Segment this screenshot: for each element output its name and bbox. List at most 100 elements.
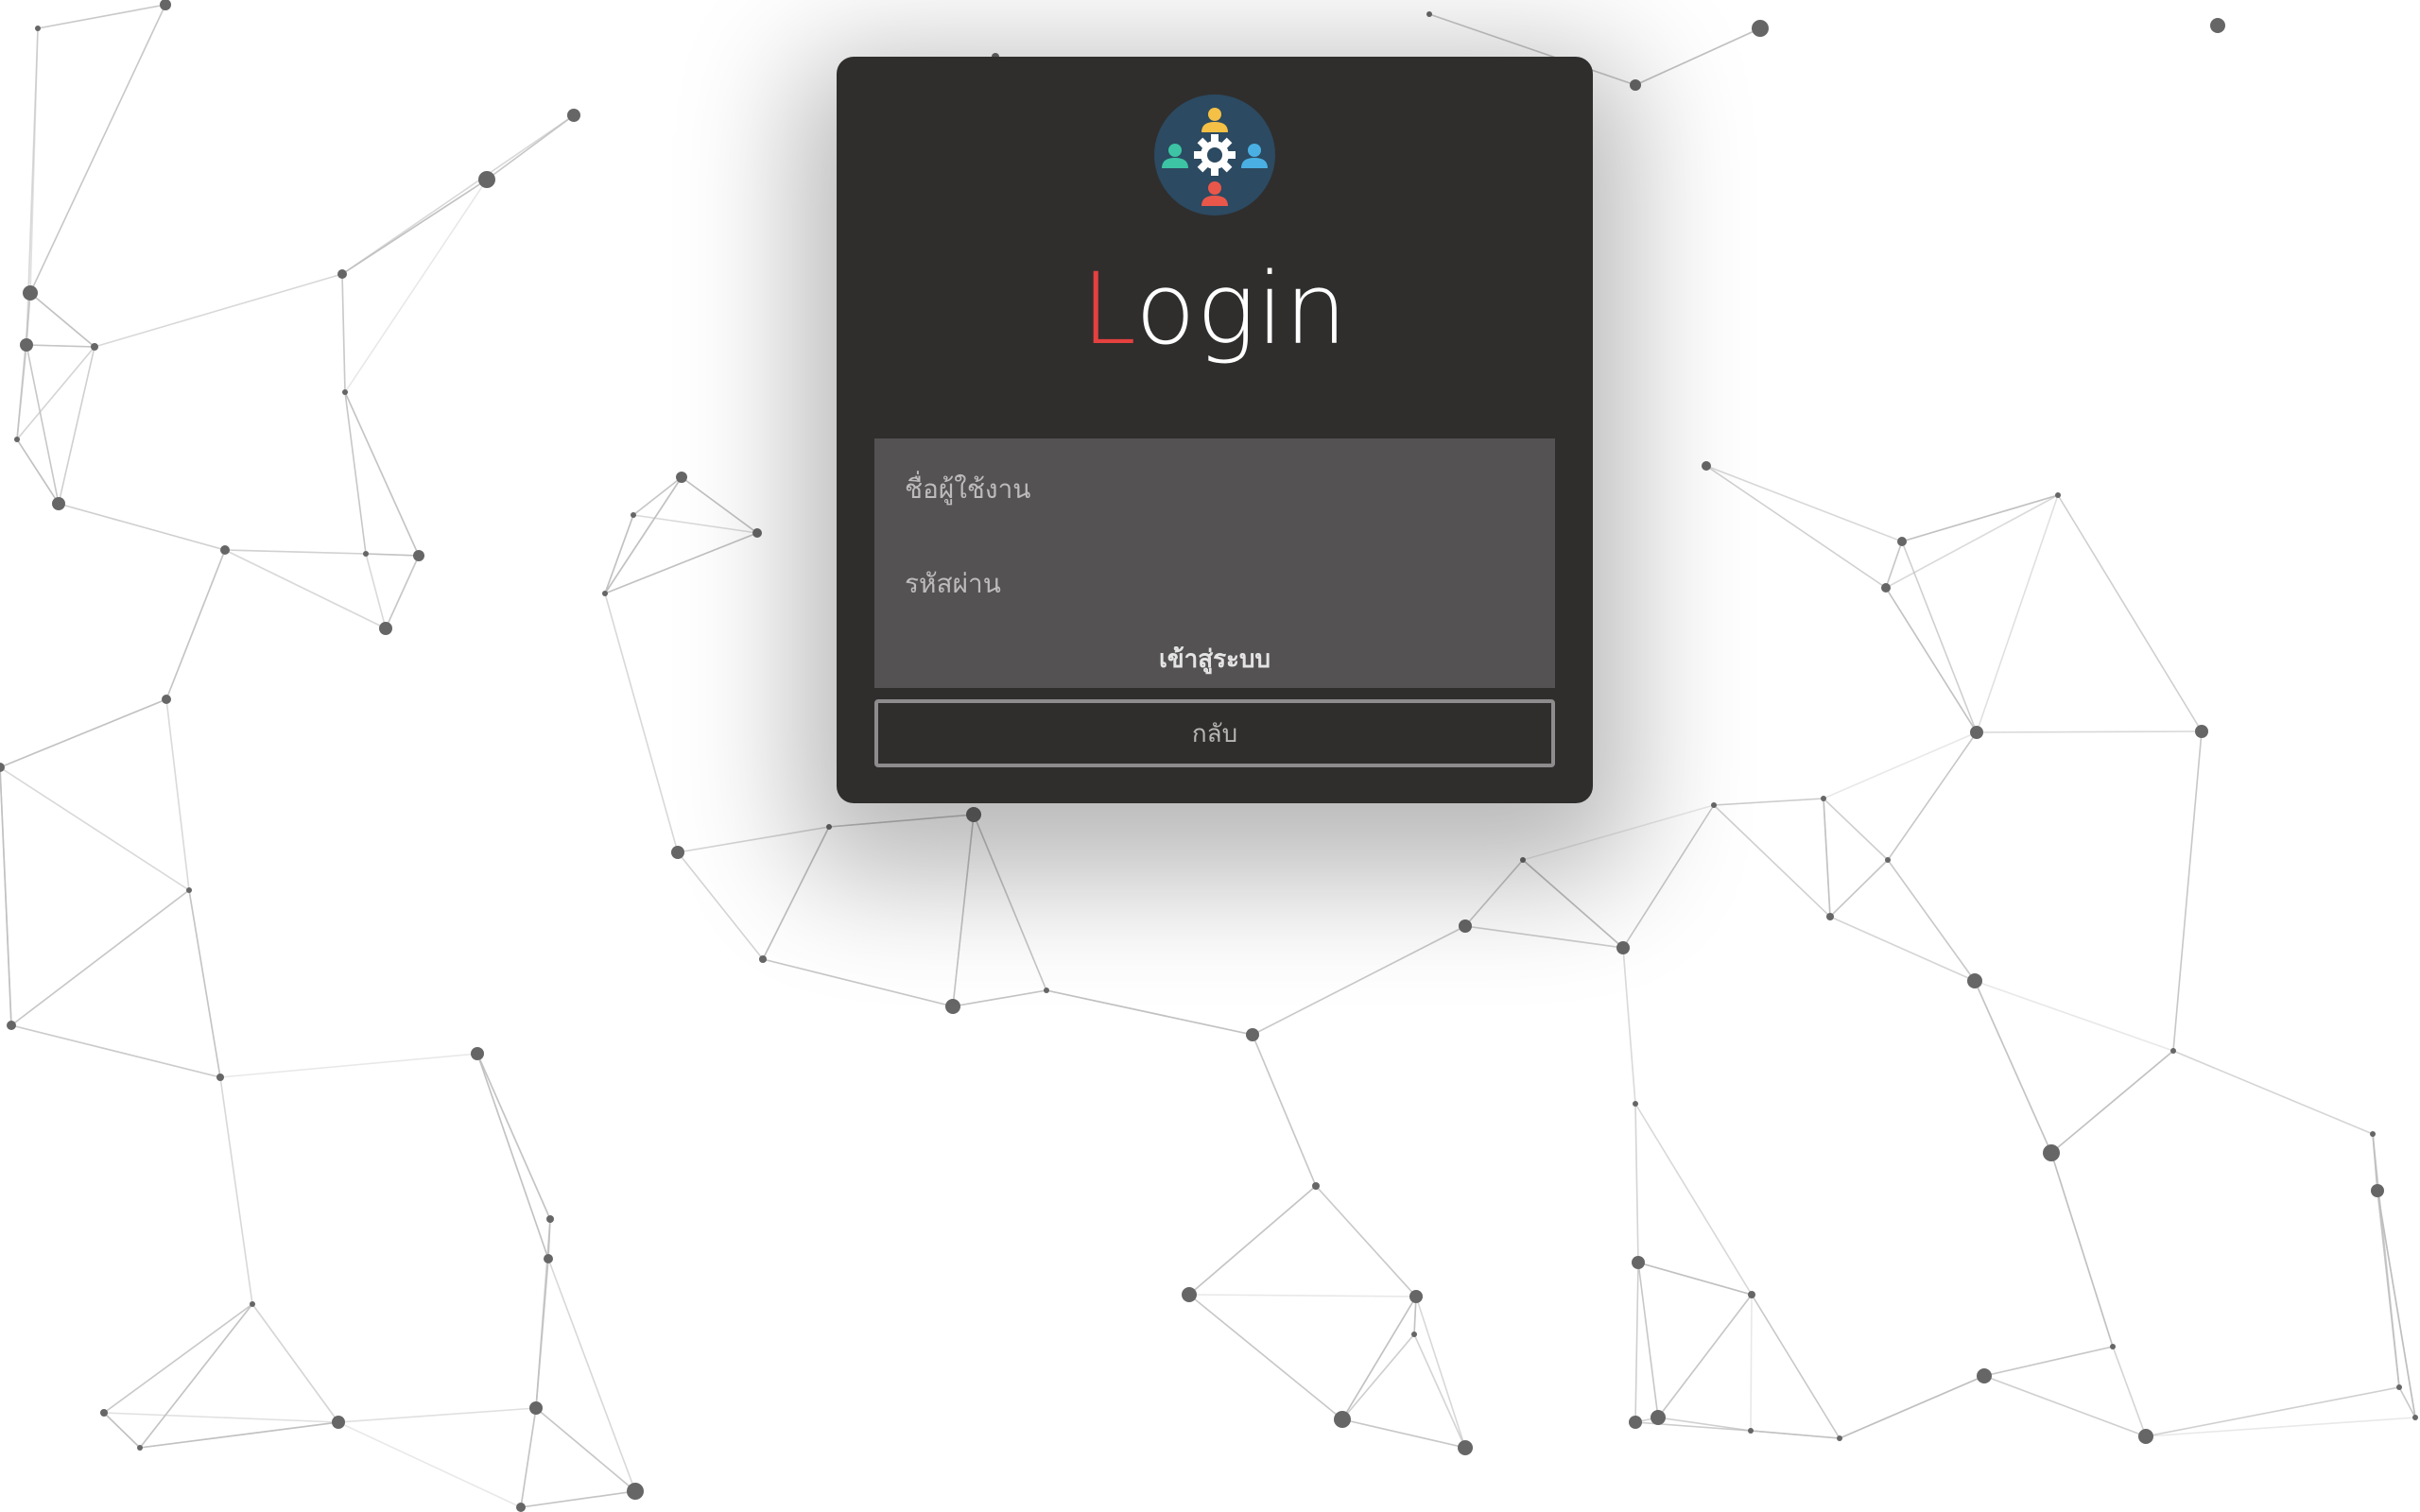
network-link [1341,1296,1417,1420]
network-link [1705,465,1903,542]
network-link [1634,1103,1639,1263]
network-node [1334,1411,1351,1428]
network-link [1750,1294,1753,1432]
network-link [1341,1418,1466,1449]
network-node [1630,79,1641,91]
network-link [1188,1185,1317,1296]
network-node [250,1301,255,1307]
network-node [945,999,960,1014]
network-node [14,437,20,442]
network-link [1976,730,2203,733]
network-link [1622,947,1636,1105]
network-link [1750,1430,1841,1439]
network-link [681,476,758,534]
network-node [1459,919,1472,933]
network-link [547,1258,636,1492]
network-link [251,1303,339,1423]
network-link [2377,1190,2416,1418]
network-link [1839,1375,1985,1439]
network-link [139,1421,339,1449]
network-node [137,1445,143,1451]
network-link [2172,730,2203,1052]
network-link [2050,1152,2114,1348]
username-input[interactable] [874,455,1555,522]
network-link [1046,989,1253,1036]
password-input[interactable] [874,550,1555,616]
network-node [332,1416,345,1429]
network-link [2112,1346,2147,1437]
network-node [826,824,832,830]
network-link [224,549,387,629]
network-link [952,989,1047,1007]
network-node [2195,725,2208,738]
network-link [165,698,190,891]
network-link [1315,1185,1417,1297]
network-link [1823,798,1889,861]
network-node [631,512,636,518]
network-node [216,1074,224,1081]
network-node [676,472,687,483]
network-node [1748,1428,1754,1434]
network-node [1633,1101,1638,1107]
network-node [160,0,171,10]
network-node [186,887,192,893]
network-node [546,1215,554,1223]
network-link [828,814,975,828]
network-link [103,1412,339,1423]
login-button[interactable]: เข้าสู่ระบบ [874,635,1555,682]
network-link [26,344,95,348]
network-link [2050,1050,2174,1154]
network-link [604,476,683,594]
network-link [29,292,95,348]
network-node [1977,1368,1992,1383]
network-link [1464,859,1524,927]
network-link [1887,859,1976,982]
network-link [1188,1294,1417,1297]
network-node [1752,20,1769,37]
network-link [520,1490,636,1508]
network-node [1651,1410,1666,1425]
network-link [219,1076,253,1305]
network-link [1188,1294,1343,1420]
network-node [1632,1256,1645,1269]
page-title: Login [837,260,1593,358]
title-first-letter: L [1081,251,1136,367]
login-card: Login เข้าสู่ระบบ กลับ [837,57,1593,803]
network-node [1044,988,1049,993]
network-node [2371,1184,2384,1197]
network-node [20,338,33,352]
network-link [139,1303,253,1449]
network-node [544,1254,553,1263]
network-link [632,476,683,516]
network-node [1711,802,1717,808]
network-link [16,344,27,440]
network-link [1976,494,2059,733]
network-link [2145,1417,2416,1437]
network-node [363,551,369,557]
network-link [37,4,166,29]
network-node [379,622,392,635]
network-node [1881,583,1891,593]
network-link [973,814,1047,991]
network-link [365,553,420,557]
back-button[interactable]: กลับ [874,699,1555,767]
network-link [103,1412,141,1449]
network-link [1885,494,2059,589]
network-link [952,814,975,1007]
network-link [1413,1333,1466,1449]
network-link [1522,859,1624,949]
network-link [1885,587,1978,733]
network-node [23,285,38,301]
network-link [1974,980,2174,1052]
network-node [2170,1048,2176,1054]
network-node [1629,1416,1642,1429]
network-link [224,549,367,555]
network-link [337,1407,537,1423]
network-node [7,1021,16,1030]
network-link [1705,465,1887,589]
network-node [1885,857,1891,863]
network-link [535,1258,549,1409]
network-link [520,1407,537,1508]
network-link [0,698,167,768]
network-link [103,1303,253,1414]
